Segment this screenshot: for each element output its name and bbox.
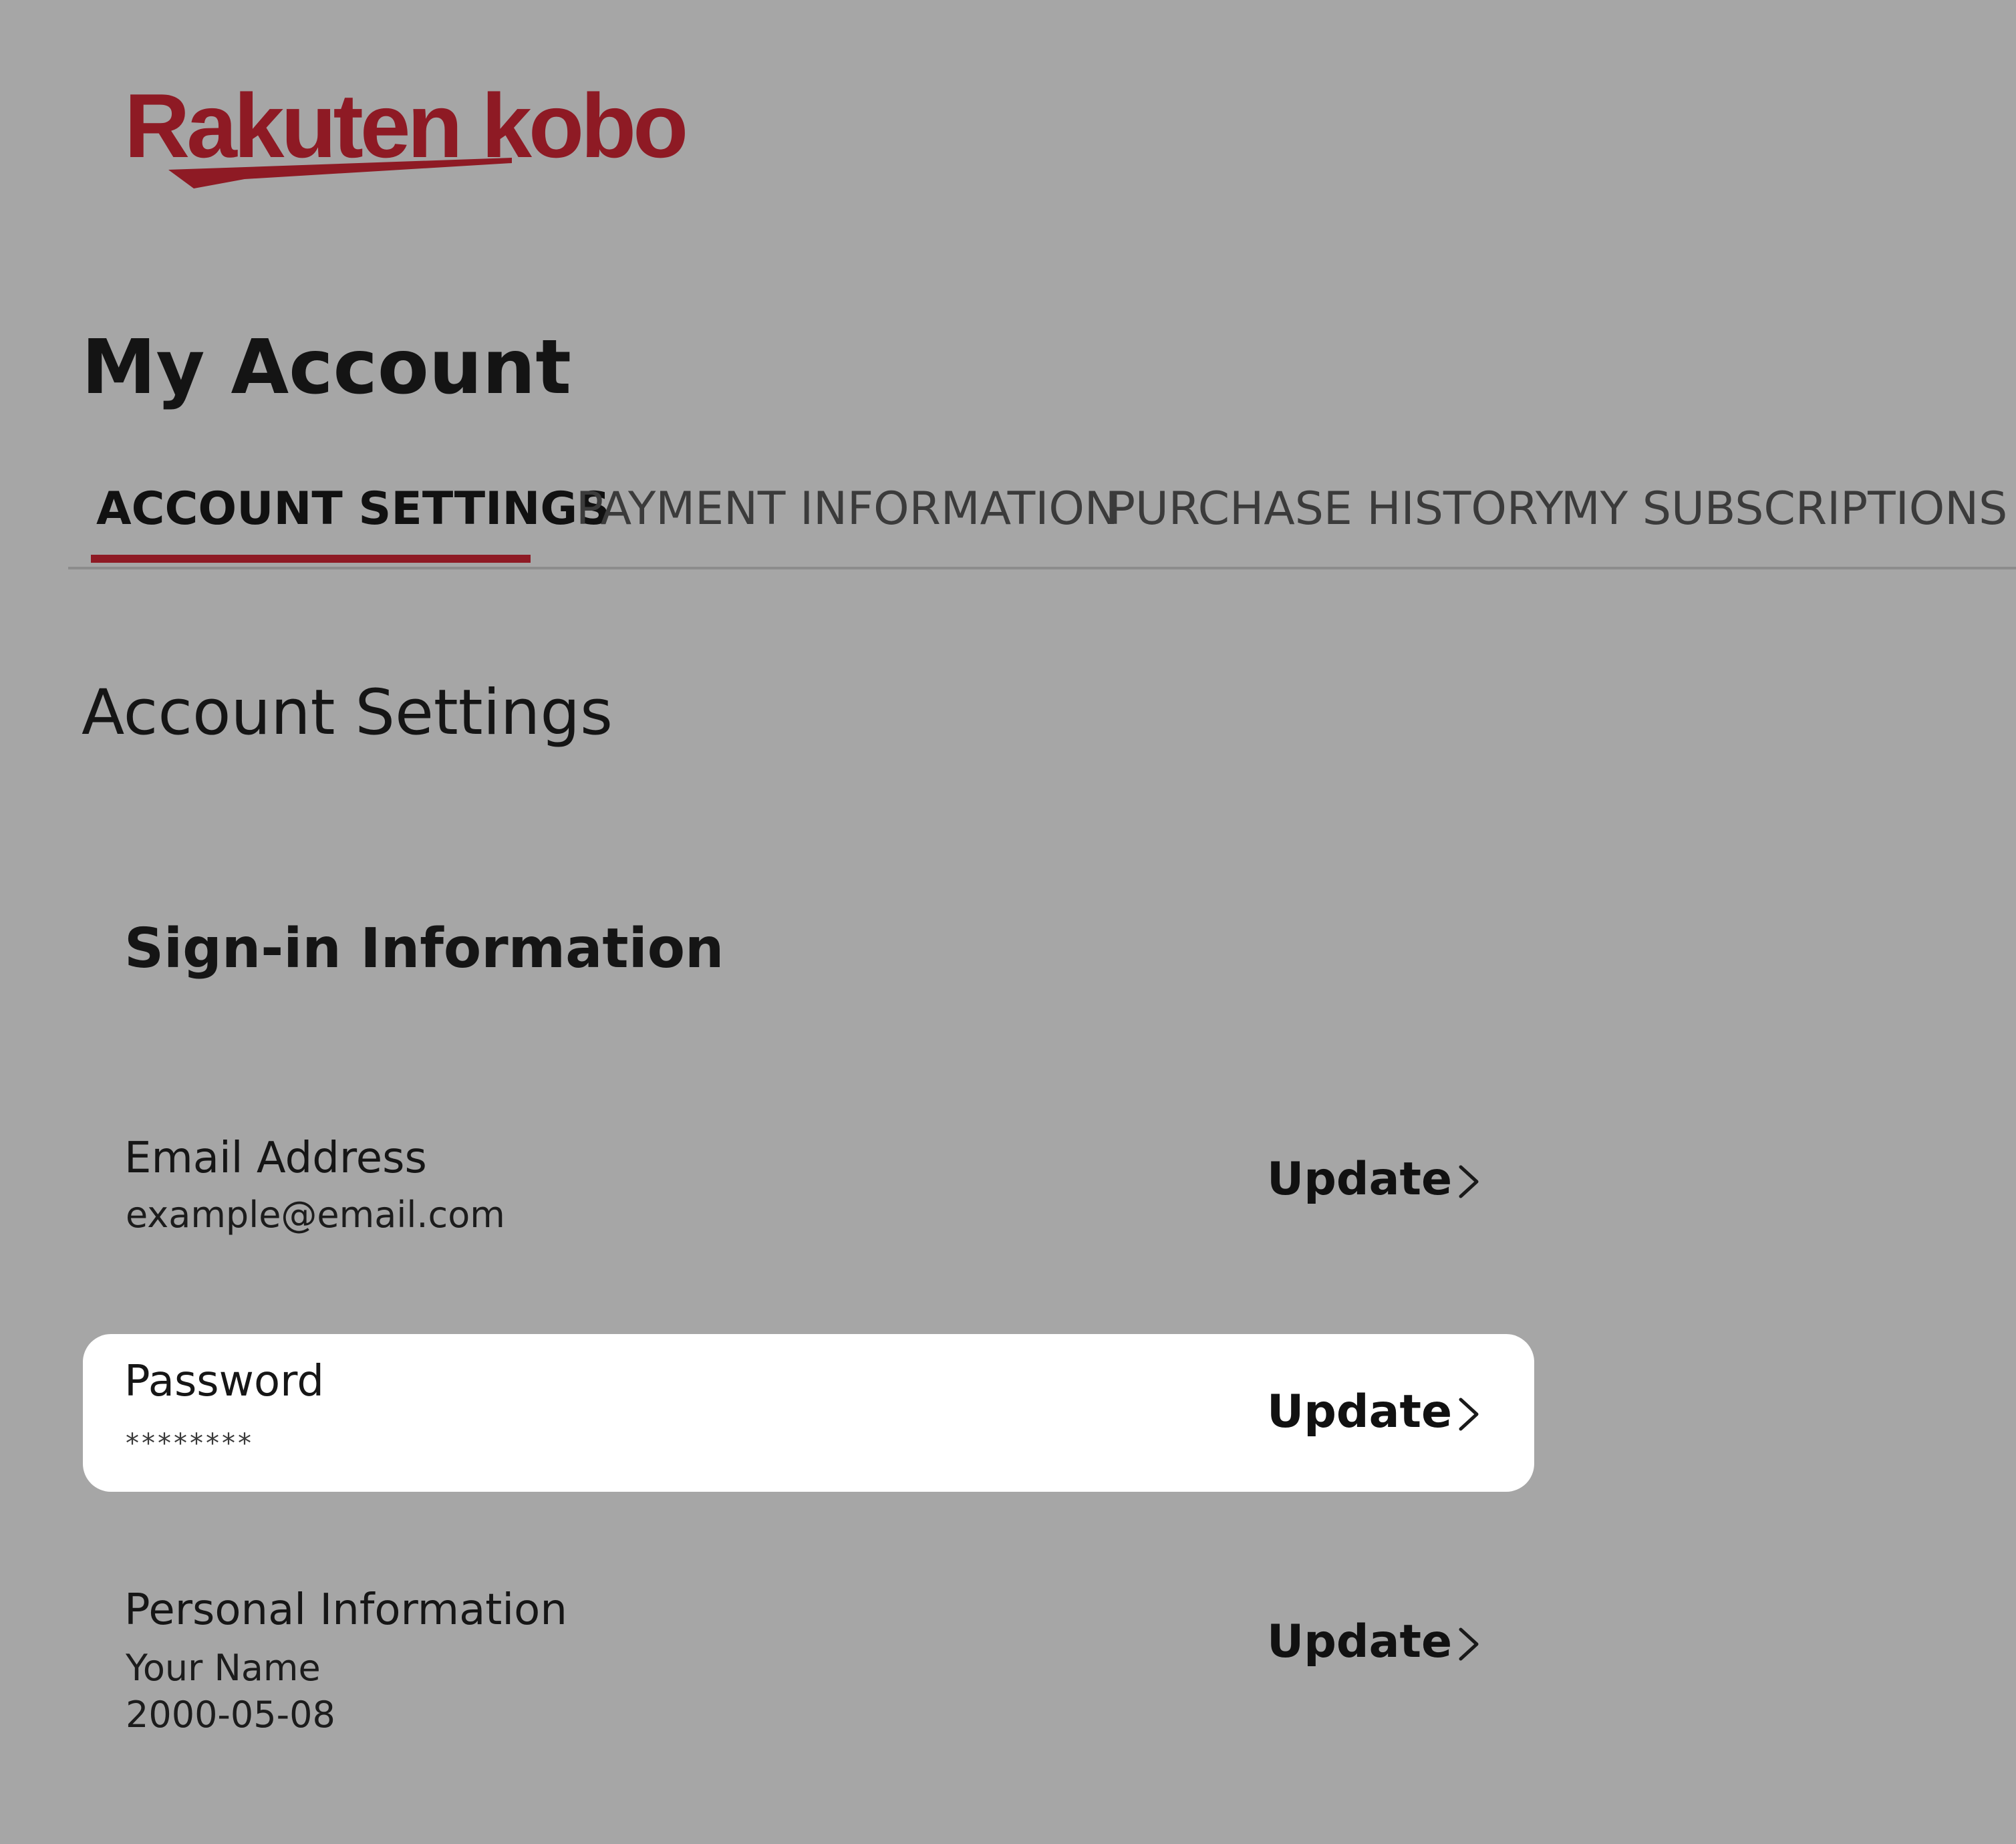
section-title: Account Settings (82, 676, 613, 749)
active-tab-indicator (91, 555, 531, 563)
update-password-label: Update (1267, 1386, 1453, 1438)
logo-swoosh-icon (168, 158, 512, 188)
update-email-button[interactable]: Update (1267, 1143, 1494, 1216)
tab-account-settings[interactable]: ACCOUNT SETTINGS (96, 468, 610, 567)
personal-birthdate-value: 2000-05-08 (126, 1694, 335, 1736)
chevron-right-icon (1459, 1165, 1479, 1198)
password-label: Password (124, 1357, 324, 1406)
password-row[interactable]: Password ******** Update (83, 1334, 1534, 1492)
subsection-title: Sign-in Information (124, 917, 724, 980)
chevron-right-icon (1459, 1398, 1479, 1431)
personal-name-value: Your Name (126, 1647, 321, 1689)
email-address-row: Email Address example@email.com Update (83, 1117, 1534, 1275)
password-value: ******** (126, 1428, 254, 1459)
update-password-button[interactable]: Update (1267, 1375, 1494, 1449)
page-title: My Account (82, 324, 571, 411)
email-address-label: Email Address (124, 1134, 427, 1183)
update-email-label: Update (1267, 1153, 1453, 1206)
email-address-value: example@email.com (126, 1194, 505, 1236)
rakuten-kobo-logo[interactable]: Rakuten kobo (124, 79, 688, 188)
tab-my-subscriptions[interactable]: MY SUBSCRIPTIONS (1561, 468, 2007, 567)
update-personal-information-button[interactable]: Update (1267, 1605, 1494, 1679)
tab-payment-information[interactable]: PAYMENT INFORMATION (576, 468, 1119, 567)
account-tabs: ACCOUNT SETTINGS PAYMENT INFORMATION PUR… (68, 468, 2016, 569)
update-personal-information-label: Update (1267, 1615, 1453, 1668)
tab-purchase-history[interactable]: PURCHASE HISTORY (1108, 468, 1563, 567)
chevron-right-icon (1459, 1627, 1479, 1661)
personal-information-row: Personal Information Your Name 2000-05-0… (83, 1580, 1534, 1760)
personal-information-label: Personal Information (124, 1585, 567, 1635)
